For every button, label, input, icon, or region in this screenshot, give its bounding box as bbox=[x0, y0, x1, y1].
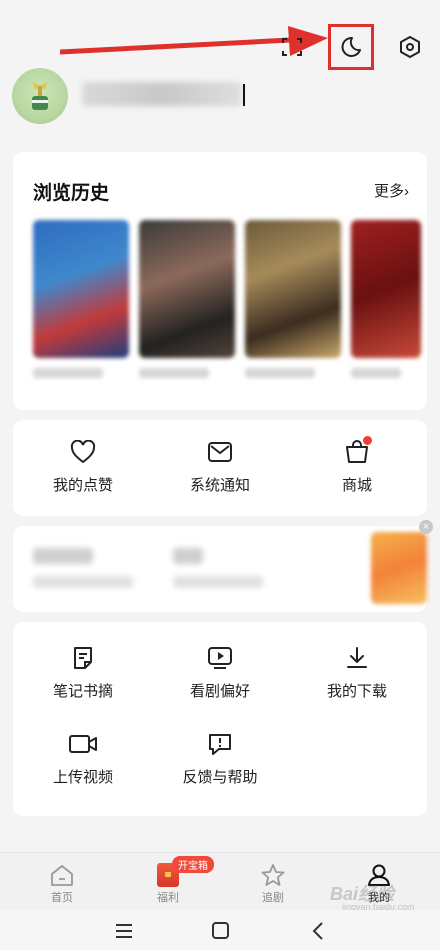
chevron-right-icon: › bbox=[404, 183, 409, 200]
menu-icon[interactable] bbox=[112, 921, 136, 941]
my-likes-button[interactable]: 我的点赞 bbox=[23, 440, 143, 495]
heart-icon bbox=[70, 440, 96, 464]
profile-header bbox=[0, 0, 440, 140]
text-cursor bbox=[243, 84, 245, 106]
scan-icon[interactable] bbox=[274, 29, 310, 65]
tools-card: 笔记书摘 看剧偏好 我的下载 上传视频 反馈与帮助 bbox=[13, 622, 427, 816]
feedback-icon bbox=[209, 734, 231, 755]
home-square-icon[interactable] bbox=[208, 921, 232, 941]
download-icon bbox=[347, 647, 367, 668]
notification-dot bbox=[363, 436, 372, 445]
back-icon[interactable] bbox=[306, 921, 330, 941]
video-camera-icon bbox=[69, 735, 97, 753]
play-screen-icon bbox=[208, 647, 232, 669]
home-icon bbox=[51, 865, 73, 886]
close-icon[interactable]: × bbox=[419, 520, 433, 534]
history-poster[interactable] bbox=[351, 220, 421, 378]
history-poster[interactable] bbox=[139, 220, 235, 378]
ad-image bbox=[371, 532, 427, 604]
username-blurred bbox=[82, 82, 242, 106]
history-more-link[interactable]: 更多› bbox=[374, 180, 409, 201]
avatar[interactable] bbox=[12, 68, 68, 124]
ad-banner[interactable]: × bbox=[13, 520, 433, 612]
history-poster[interactable] bbox=[33, 220, 129, 378]
star-icon bbox=[261, 864, 285, 886]
system-notifications-button[interactable]: 系统通知 bbox=[160, 440, 280, 495]
tab-follow[interactable]: 追剧 bbox=[243, 863, 303, 905]
notes-button[interactable]: 笔记书摘 bbox=[13, 646, 153, 701]
tab-home[interactable]: 首页 bbox=[32, 863, 92, 905]
history-poster[interactable] bbox=[245, 220, 341, 378]
quick-actions-card: 我的点赞 系统通知 商城 bbox=[13, 420, 427, 516]
my-downloads-button[interactable]: 我的下载 bbox=[287, 646, 427, 701]
upload-video-button[interactable]: 上传视频 bbox=[13, 732, 153, 787]
settings-icon[interactable] bbox=[392, 29, 428, 65]
mail-icon bbox=[208, 442, 232, 462]
plant-avatar-icon bbox=[32, 82, 48, 110]
note-icon bbox=[74, 647, 92, 669]
system-navigation-bar bbox=[0, 910, 440, 950]
feedback-help-button[interactable]: 反馈与帮助 bbox=[150, 732, 290, 787]
viewing-preferences-button[interactable]: 看剧偏好 bbox=[150, 646, 290, 701]
open-chest-badge: 开宝箱 bbox=[172, 856, 214, 873]
browsing-history-card: 浏览历史 更多› bbox=[13, 152, 427, 410]
history-title: 浏览历史 bbox=[33, 183, 110, 204]
mall-button[interactable]: 商城 bbox=[297, 436, 417, 495]
night-mode-icon[interactable] bbox=[328, 24, 374, 70]
